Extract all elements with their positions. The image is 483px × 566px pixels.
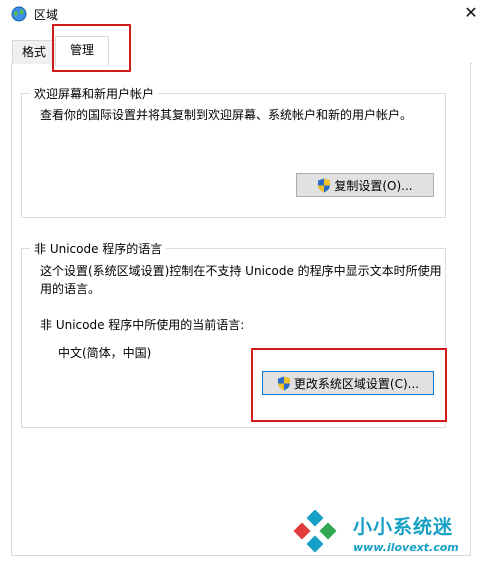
uac-shield-icon — [318, 178, 331, 192]
title-bar: 区域 ✕ — [0, 0, 483, 28]
globe-icon — [11, 6, 27, 22]
window-title: 区域 — [34, 8, 59, 22]
tab-format[interactable]: 格式 — [12, 40, 56, 64]
nonunicode-description-line1: 这个设置(系统区域设置)控制在不支持 Unicode 的程序中显示文本时所使用 — [40, 264, 442, 278]
change-system-locale-button[interactable]: 更改系统区域设置(C)... — [262, 371, 434, 395]
welcome-description: 查看你的国际设置并将其复制到欢迎屏幕、系统帐户和新的用户帐户。 — [40, 108, 413, 122]
welcome-group-title: 欢迎屏幕和新用户帐户 — [30, 85, 159, 102]
watermark-name: 小小系统迷 — [353, 516, 454, 538]
copy-settings-label: 复制设置(O)... — [334, 178, 413, 193]
watermark: 小小系统迷 www.ilovext.com — [291, 510, 476, 562]
close-icon[interactable]: ✕ — [460, 2, 482, 24]
current-language-label: 非 Unicode 程序中所使用的当前语言: — [40, 318, 245, 332]
watermark-logo-icon — [293, 510, 337, 553]
nonunicode-description-line2: 用的语言。 — [40, 282, 101, 296]
change-system-locale-label: 更改系统区域设置(C)... — [293, 376, 420, 391]
watermark-url: www.ilovext.com — [353, 541, 459, 554]
nonunicode-group-title: 非 Unicode 程序的语言 — [30, 240, 167, 257]
copy-settings-button[interactable]: 复制设置(O)... — [296, 173, 434, 197]
uac-shield-icon — [277, 376, 290, 390]
tab-administrative[interactable]: 管理 — [55, 36, 109, 66]
current-language-value: 中文(简体，中国) — [58, 346, 152, 360]
